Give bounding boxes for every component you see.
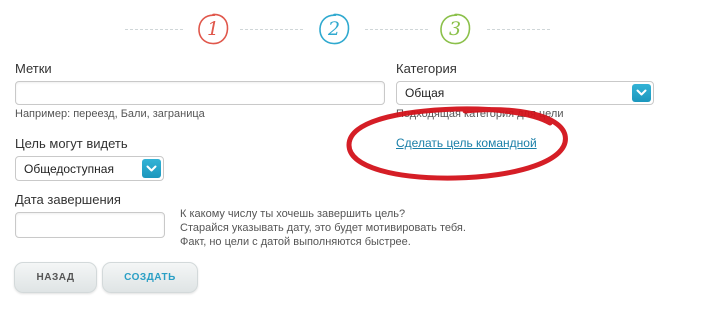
- end-date-input[interactable]: [15, 212, 165, 238]
- step-2-number: 2: [327, 18, 341, 40]
- step-1-number: 1: [206, 18, 220, 40]
- tags-label: Метки: [15, 61, 52, 76]
- chevron-down-icon[interactable]: [632, 84, 651, 102]
- visibility-select[interactable]: Общедоступная: [15, 156, 164, 181]
- category-selected-value: Общая: [405, 86, 445, 100]
- step-divider: [365, 29, 428, 31]
- create-button[interactable]: СОЗДАТЬ: [102, 262, 198, 293]
- visibility-label: Цель могут видеть: [15, 136, 128, 151]
- step-3-indicator: 3: [438, 12, 472, 46]
- step-1-indicator: 1: [196, 12, 230, 46]
- visibility-selected-value: Общедоступная: [24, 161, 114, 176]
- category-select[interactable]: Общая: [396, 81, 654, 105]
- chevron-down-icon[interactable]: [142, 159, 161, 178]
- category-label: Категория: [396, 61, 457, 76]
- step-2-indicator: 2: [317, 12, 351, 46]
- back-button[interactable]: НАЗАД: [14, 262, 97, 293]
- end-date-label: Дата завершения: [15, 192, 121, 207]
- step-divider: [487, 29, 550, 31]
- end-date-hint-line-1: К какому числу ты хочешь завершить цель?: [180, 208, 406, 220]
- tags-input[interactable]: [15, 81, 385, 105]
- tags-hint: Например: переезд, Бали, заграница: [15, 108, 205, 120]
- step-divider: [125, 29, 183, 31]
- end-date-hint-line-3: Факт, но цели с датой выполняются быстре…: [180, 236, 411, 248]
- annotation-circle: [346, 106, 568, 181]
- end-date-hint-line-2: Старайся указывать дату, это будет мотив…: [180, 222, 466, 234]
- step-divider: [240, 29, 303, 31]
- step-3-number: 3: [448, 18, 462, 40]
